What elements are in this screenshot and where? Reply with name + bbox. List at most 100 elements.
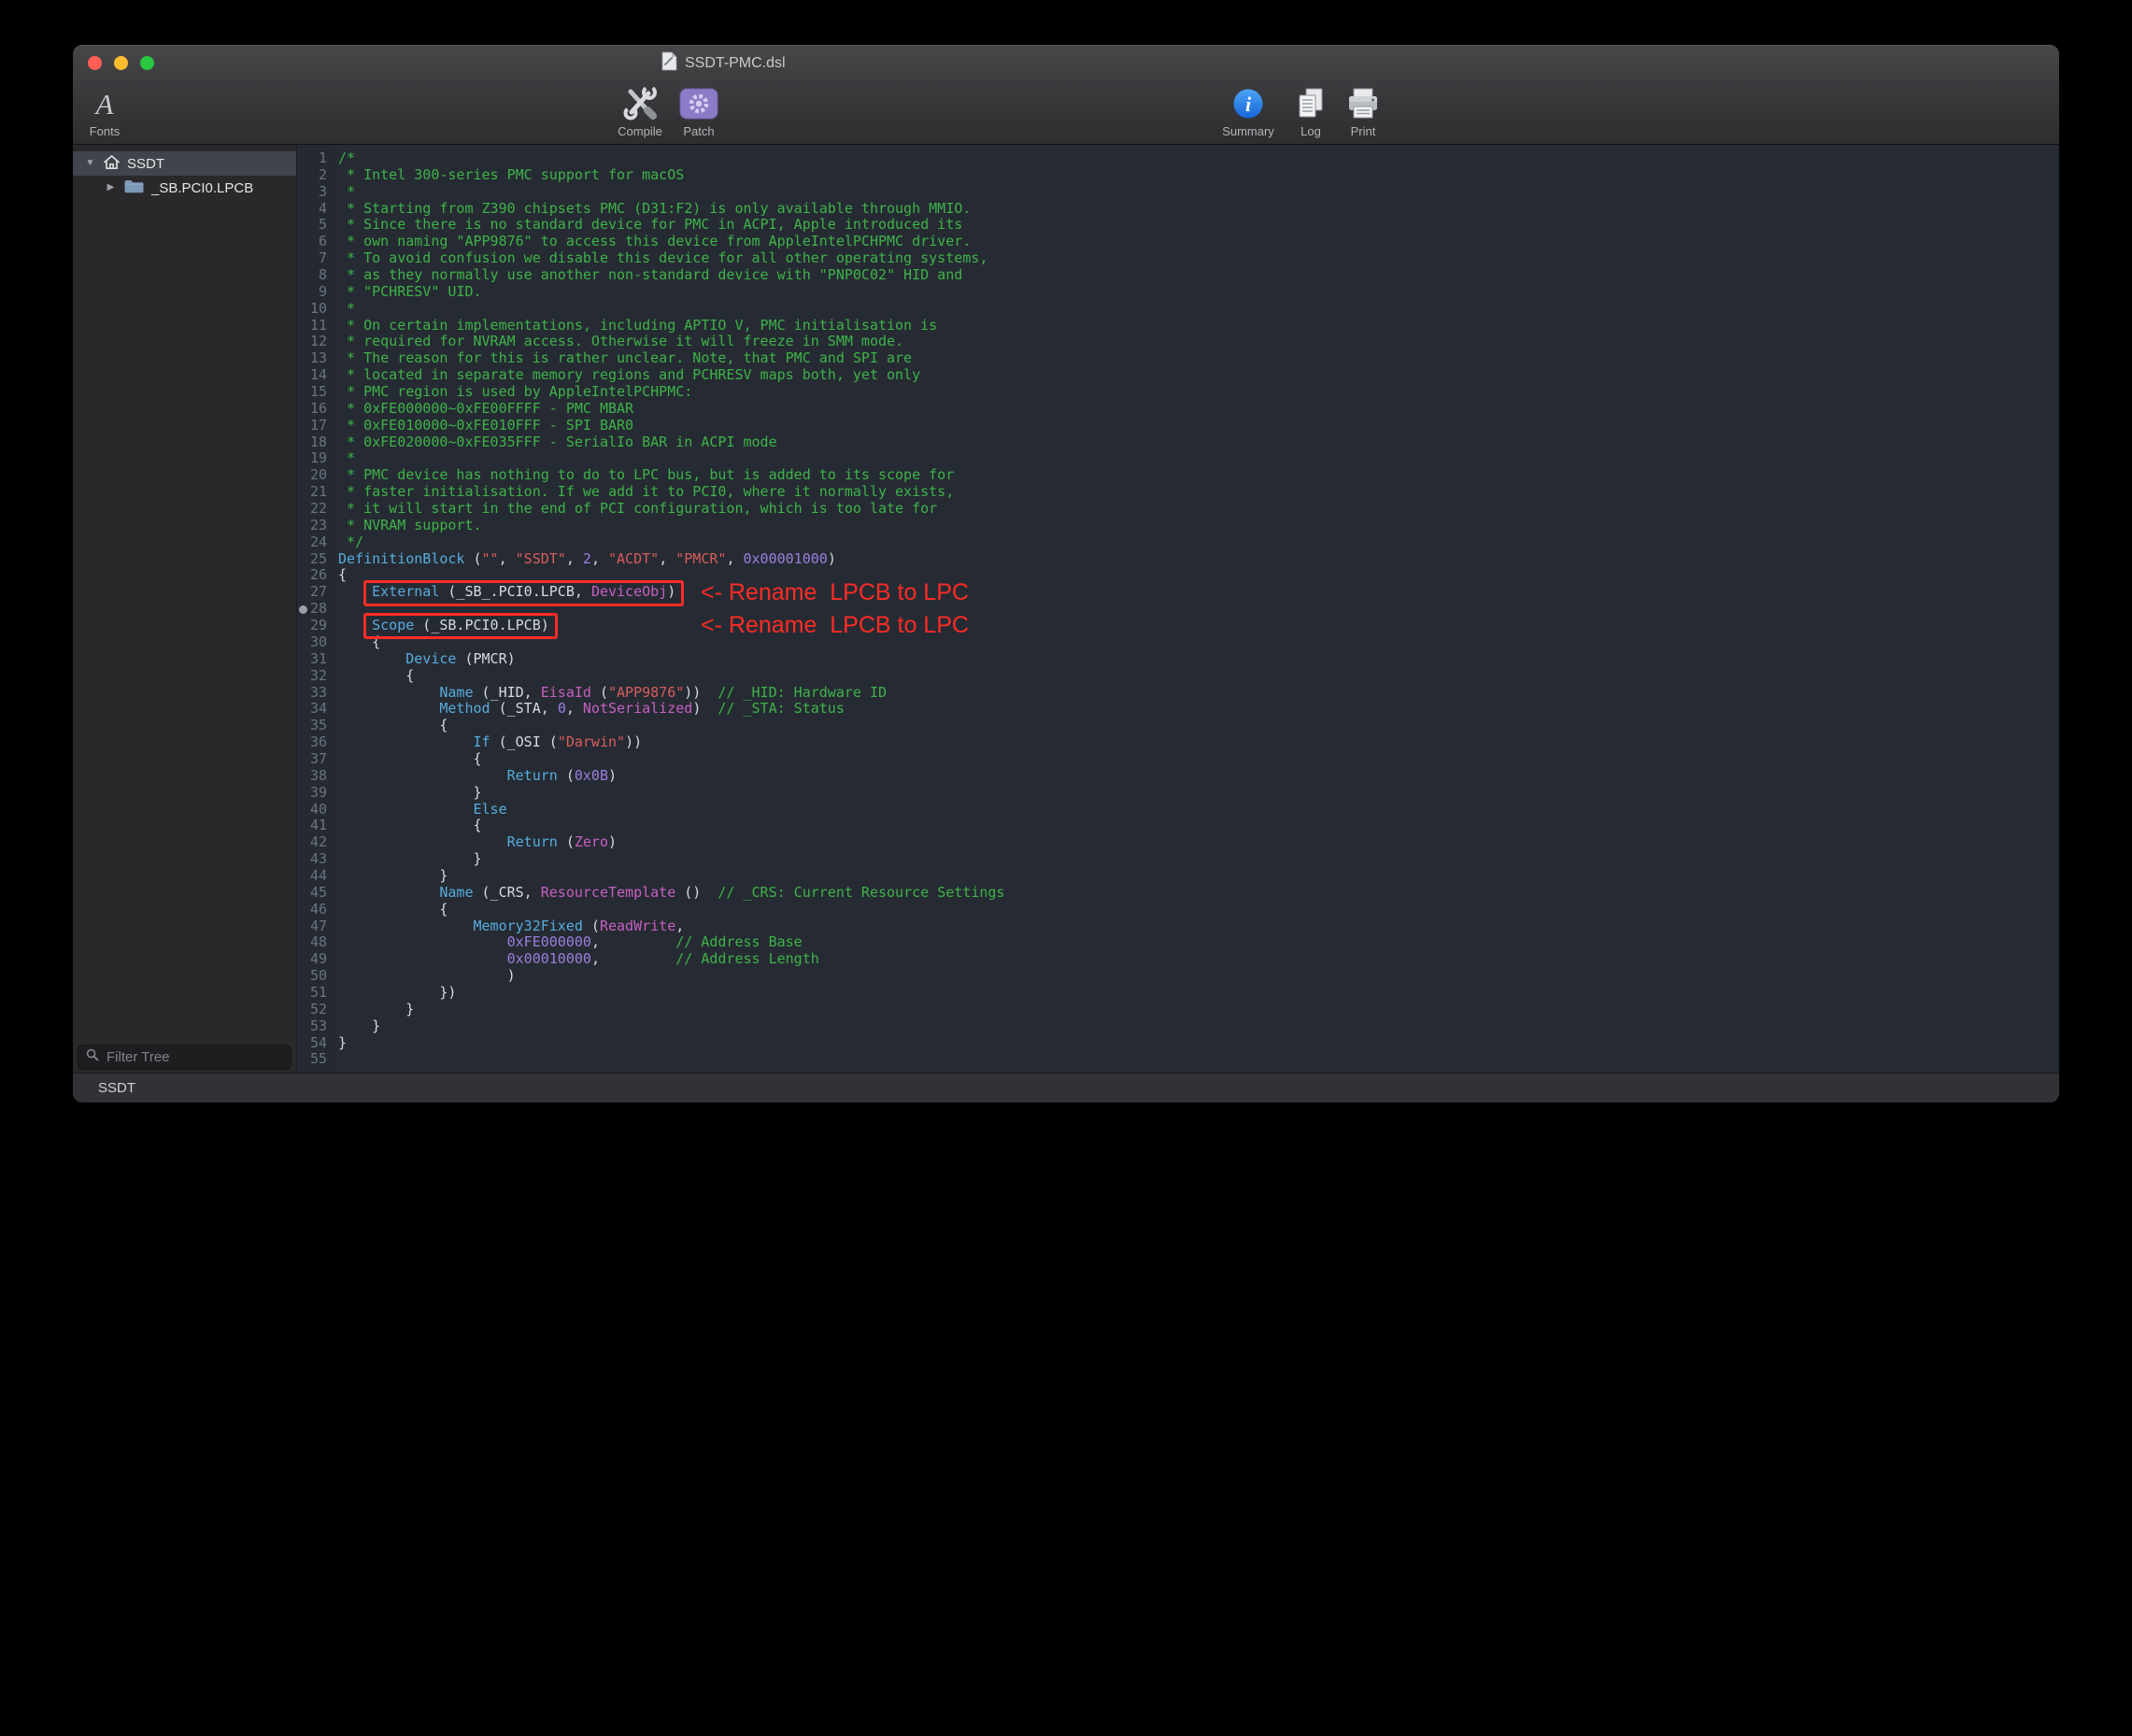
code-line: *	[338, 450, 2059, 467]
desktop: { "window": { "title": "SSDT-PMC.dsl" },…	[0, 0, 2132, 1736]
app-window: SSDT-PMC.dsl A Fonts Compile	[73, 45, 2059, 1103]
code-line: * own naming "APP9876" to access this de…	[338, 234, 2059, 250]
code-line: {	[338, 634, 2059, 651]
annotation-text: <- Rename LPCB to LPC	[701, 618, 969, 634]
patch-gear-icon	[677, 86, 720, 121]
line-number: 49	[297, 951, 327, 968]
line-number: 36	[297, 734, 327, 751]
line-number: 54	[297, 1035, 327, 1052]
sidebar-item-label: SSDT	[127, 156, 164, 172]
line-number: 5	[297, 217, 327, 234]
compile-label: Compile	[618, 124, 662, 138]
svg-text:i: i	[1245, 92, 1252, 116]
sidebar-item-lpcb[interactable]: ▶ _SB.PCI0.LPCB	[73, 176, 296, 200]
patch-label: Patch	[683, 124, 714, 138]
disclosure-right-icon[interactable]: ▶	[105, 183, 117, 192]
line-number: 6	[297, 234, 327, 250]
line-number: 15	[297, 384, 327, 401]
line-number: 51	[297, 985, 327, 1002]
line-number: 10	[297, 301, 327, 318]
close-button[interactable]	[88, 56, 102, 70]
code-line: Name (_CRS, ResourceTemplate () // _CRS:…	[338, 885, 2059, 902]
filter-tree-input[interactable]	[105, 1048, 294, 1066]
line-number: 20	[297, 467, 327, 484]
summary-button[interactable]: i Summary	[1205, 86, 1291, 138]
line-number: 41	[297, 818, 327, 834]
code-line: * 0xFE000000~0xFE00FFFF - PMC MBAR	[338, 401, 2059, 418]
code-line	[338, 601, 2059, 618]
line-number: 35	[297, 718, 327, 734]
code-line: * Since there is no standard device for …	[338, 217, 2059, 234]
code-line: * "PCHRESV" UID.	[338, 284, 2059, 301]
code-line: }	[338, 1002, 2059, 1018]
folder-icon	[123, 178, 145, 198]
code-line: {	[338, 751, 2059, 768]
line-number: 39	[297, 785, 327, 802]
compile-tools-icon	[619, 86, 661, 121]
filter-tree-field	[78, 1045, 291, 1070]
code-line: }	[338, 785, 2059, 802]
code-line: * Intel 300-series PMC support for macOS	[338, 167, 2059, 184]
sidebar-item-ssdt[interactable]: ▼ SSDT	[73, 151, 296, 176]
code-line: Scope (_SB.PCI0.LPCB)	[338, 618, 2059, 634]
compile-button[interactable]: Compile	[602, 86, 678, 138]
disclosure-down-icon[interactable]: ▼	[84, 159, 96, 168]
line-number: 25	[297, 551, 327, 568]
line-number: 18	[297, 434, 327, 451]
line-number: 38	[297, 768, 327, 785]
log-button[interactable]: Log	[1287, 86, 1334, 138]
minimize-button[interactable]	[114, 56, 128, 70]
code-line: Method (_STA, 0, NotSerialized) // _STA:…	[338, 701, 2059, 718]
line-number: 40	[297, 802, 327, 818]
summary-label: Summary	[1222, 124, 1274, 138]
line-number: 17	[297, 418, 327, 434]
documents-icon	[1292, 86, 1329, 121]
line-number: 16	[297, 401, 327, 418]
line-number: 30	[297, 634, 327, 651]
line-number: 52	[297, 1002, 327, 1018]
code-line: *	[338, 301, 2059, 318]
line-number: 37	[297, 751, 327, 768]
line-number: 47	[297, 918, 327, 935]
code-line: 0xFE000000, // Address Base	[338, 934, 2059, 951]
code-line: * On certain implementations, including …	[338, 318, 2059, 334]
fonts-button[interactable]: A Fonts	[77, 86, 133, 138]
code-line: If (_OSI ("Darwin"))	[338, 734, 2059, 751]
print-label: Print	[1351, 124, 1376, 138]
code-line: )	[338, 968, 2059, 985]
code-line: * To avoid confusion we disable this dev…	[338, 250, 2059, 267]
line-number: 45	[297, 885, 327, 902]
code-line: }	[338, 868, 2059, 885]
window-header: SSDT-PMC.dsl A Fonts Compile	[73, 45, 2059, 145]
line-number: 33	[297, 685, 327, 702]
line-number: 53	[297, 1018, 327, 1035]
line-number: 46	[297, 902, 327, 918]
status-text: SSDT	[98, 1080, 135, 1096]
code-line: }	[338, 1035, 2059, 1052]
line-number: 4	[297, 201, 327, 218]
line-number: 9	[297, 284, 327, 301]
line-number: 27	[297, 584, 327, 601]
line-number: 43	[297, 851, 327, 868]
code-line: External (_SB_.PCI0.LPCB, DeviceObj)	[338, 584, 2059, 601]
line-number: 1	[297, 150, 327, 167]
line-number: 31	[297, 651, 327, 668]
patch-button[interactable]: Patch	[673, 86, 725, 138]
code-line: {	[338, 718, 2059, 734]
code-line: * faster initialisation. If we add it to…	[338, 484, 2059, 501]
code-line: /*	[338, 150, 2059, 167]
zoom-button[interactable]	[140, 56, 154, 70]
gutter-marker-dot	[299, 605, 307, 614]
code-line: Else	[338, 802, 2059, 818]
code-line: Return (0x0B)	[338, 768, 2059, 785]
code-line: * 0xFE020000~0xFE035FFF - SerialIo BAR i…	[338, 434, 2059, 451]
code-line: {	[338, 668, 2059, 685]
code-line: * required for NVRAM access. Otherwise i…	[338, 334, 2059, 350]
code-line: {	[338, 567, 2059, 584]
line-number: 55	[297, 1051, 327, 1068]
code-line: * PMC device has nothing to do to LPC bu…	[338, 467, 2059, 484]
code-editor: 1234567891011121314151617181920212223242…	[297, 145, 2059, 1073]
code-pane[interactable]: /* * Intel 300-series PMC support for ma…	[333, 145, 2059, 1073]
print-button[interactable]: Print	[1336, 86, 1390, 138]
home-icon	[103, 154, 121, 174]
